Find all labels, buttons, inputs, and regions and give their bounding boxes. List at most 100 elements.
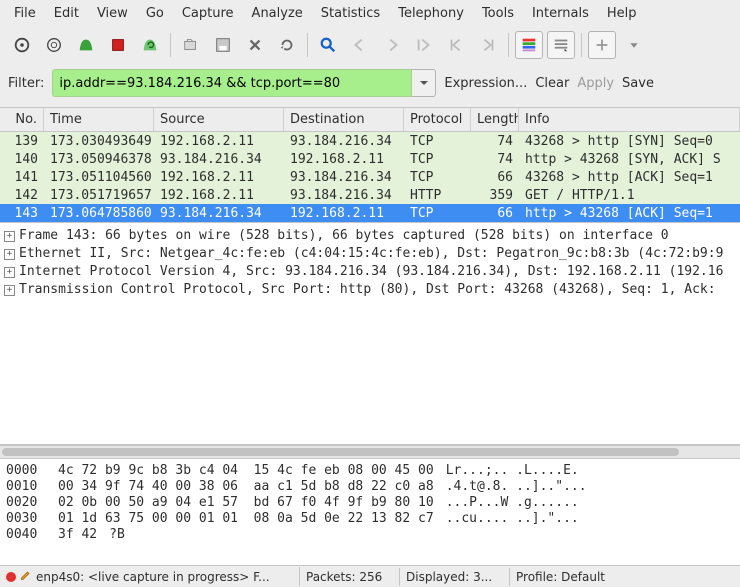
detail-line[interactable]: + Ethernet II, Src: Netgear_4c:fe:eb (c4:… [4,245,736,263]
menu-help[interactable]: Help [599,3,645,24]
menu-telephony[interactable]: Telephony [390,3,472,24]
table-row[interactable]: 140173.05094637893.184.216.34192.168.2.1… [0,150,740,168]
table-row[interactable]: 142173.051719657192.168.2.1193.184.216.3… [0,186,740,204]
column-header-source[interactable]: Source [154,108,284,131]
hex-offset: 0010 [6,479,46,495]
save-icon[interactable] [209,31,237,59]
expand-collapse-icon[interactable]: + [4,285,15,296]
cell: 143 [0,206,44,221]
status-profile[interactable]: Profile: Default [510,568,740,586]
column-header-time[interactable]: Time [44,108,154,131]
expand-collapse-icon[interactable]: + [4,249,15,260]
filter-toolbar: Filter: Expression... Clear Apply Save [0,63,740,107]
go-back-icon[interactable] [346,31,374,59]
hex-bytes: 00 34 9f 74 40 00 38 06 aa c1 5d b8 d8 2… [58,479,434,495]
cell: 173.064785860 [44,206,154,221]
hex-ascii: ...P...W .g...... [446,495,579,511]
colorize-icon[interactable] [515,31,543,59]
menu-go[interactable]: Go [138,3,172,24]
menu-capture[interactable]: Capture [174,3,242,24]
hex-bytes: 02 0b 00 50 a9 04 e1 57 bd 67 f0 4f 9f b… [58,495,434,511]
packet-details[interactable]: +Frame 143: 66 bytes on wire (528 bits),… [0,223,740,445]
menu-file[interactable]: File [6,3,44,24]
status-packets: Packets: 256 [300,568,400,586]
cell: TCP [404,206,471,221]
detail-text: Ethernet II, Src: Netgear_4c:fe:eb (c4:0… [19,245,723,263]
zoom-drop-icon[interactable] [620,31,648,59]
cell: 139 [0,134,44,149]
table-row[interactable]: 143173.06478586093.184.216.34192.168.2.1… [0,204,740,222]
go-to-icon[interactable] [410,31,438,59]
expression-button[interactable]: Expression... [444,76,527,91]
apply-button[interactable]: Apply [577,76,614,91]
hex-offset: 0000 [6,463,46,479]
menu-edit[interactable]: Edit [46,3,87,24]
column-header-length[interactable]: Length [471,108,519,131]
edit-icon[interactable] [20,569,32,584]
menu-tools[interactable]: Tools [474,3,522,24]
find-icon[interactable] [314,31,342,59]
column-header-destination[interactable]: Destination [284,108,404,131]
save-filter-button[interactable]: Save [622,76,654,91]
toolbar-separator [581,33,582,57]
cell: 66 [471,206,519,221]
table-row[interactable]: 139173.030493649192.168.2.1193.184.216.3… [0,132,740,150]
auto-scroll-icon[interactable] [547,31,575,59]
packet-bytes[interactable]: 00004c 72 b9 9c b8 3b c4 04 15 4c fe eb … [0,459,740,565]
menu-view[interactable]: View [89,3,136,24]
hex-row[interactable]: 002002 0b 00 50 a9 04 e1 57 bd 67 f0 4f … [6,495,734,511]
packet-list-body[interactable]: 139173.030493649192.168.2.1193.184.216.3… [0,132,740,222]
detail-line[interactable]: +Frame 143: 66 bytes on wire (528 bits),… [4,227,736,245]
cell: http > 43268 [ACK] Seq=1 [519,206,740,221]
reload-icon[interactable] [273,31,301,59]
expand-collapse-icon[interactable]: + [4,231,15,242]
cell: TCP [404,170,471,185]
hex-row[interactable]: 003001 1d 63 75 00 00 01 01 08 0a 5d 0e … [6,511,734,527]
statusbar: enp4s0: <live capture in progress> F... … [0,565,740,587]
hex-row[interactable]: 00004c 72 b9 9c b8 3b c4 04 15 4c fe eb … [6,463,734,479]
interfaces-icon[interactable] [8,31,36,59]
stop-capture-icon[interactable] [104,31,132,59]
restart-capture-icon[interactable] [136,31,164,59]
table-row[interactable]: 141173.051104560192.168.2.1193.184.216.3… [0,168,740,186]
cell: TCP [404,152,471,167]
cell: 173.051104560 [44,170,154,185]
toolbar-separator [508,33,509,57]
detail-line[interactable]: +Transmission Control Protocol, Src Port… [4,281,736,299]
scrollbar-thumb[interactable] [2,448,679,456]
cell: 173.050946378 [44,152,154,167]
hex-row[interactable]: 00403f 42?B [6,527,734,543]
first-icon[interactable] [442,31,470,59]
cell: GET / HTTP/1.1 [519,188,740,203]
filter-label: Filter: [8,76,44,91]
options-icon[interactable] [40,31,68,59]
hex-bytes: 01 1d 63 75 00 00 01 01 08 0a 5d 0e 22 1… [58,511,434,527]
packet-list-header: No. Time Source Destination Protocol Len… [0,108,740,132]
open-icon[interactable] [177,31,205,59]
cell: http > 43268 [SYN, ACK] S [519,152,740,167]
status-interface-text: enp4s0: <live capture in progress> F... [36,570,270,584]
start-capture-icon[interactable] [72,31,100,59]
filter-input[interactable] [52,69,412,97]
packet-list: No. Time Source Destination Protocol Len… [0,107,740,223]
menu-analyze[interactable]: Analyze [244,3,311,24]
close-icon[interactable] [241,31,269,59]
column-header-info[interactable]: Info [519,108,740,131]
menu-statistics[interactable]: Statistics [313,3,388,24]
zoom-in-icon[interactable] [588,31,616,59]
filter-dropdown-icon[interactable] [412,69,436,97]
horizontal-scrollbar[interactable] [0,445,740,459]
expand-collapse-icon[interactable]: + [4,267,15,278]
menu-internals[interactable]: Internals [524,3,597,24]
go-forward-icon[interactable] [378,31,406,59]
status-displayed: Displayed: 3... [400,568,510,586]
cell: 93.184.216.34 [284,188,404,203]
last-icon[interactable] [474,31,502,59]
cell: 141 [0,170,44,185]
clear-button[interactable]: Clear [535,76,569,91]
hex-row[interactable]: 0010 00 34 9f 74 40 00 38 06 aa c1 5d b8 … [6,479,734,495]
cell: 93.184.216.34 [284,170,404,185]
detail-line[interactable]: +Internet Protocol Version 4, Src: 93.18… [4,263,736,281]
column-header-no[interactable]: No. [0,108,44,131]
column-header-protocol[interactable]: Protocol [404,108,471,131]
